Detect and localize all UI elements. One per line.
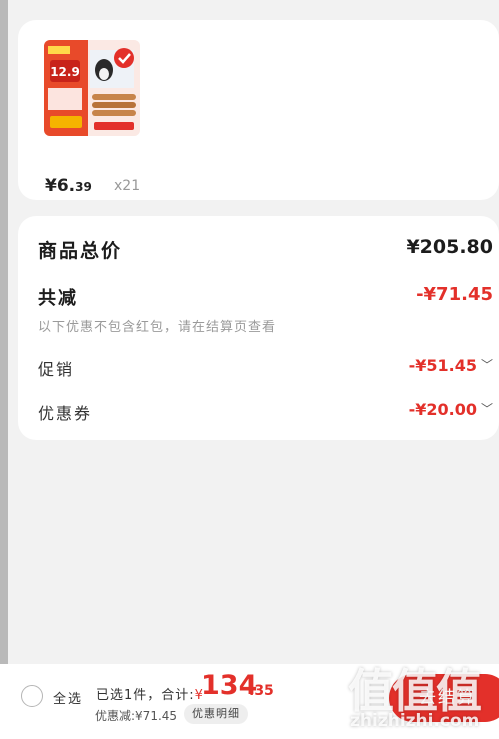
coupon-label: 优惠券: [38, 404, 93, 423]
discount-detail-button[interactable]: 优惠明细: [184, 704, 248, 724]
saved-amount: 优惠减:¥71.45: [95, 709, 178, 723]
discount-value: -¥71.45: [416, 284, 493, 305]
coupon-value: -¥20.00: [408, 400, 477, 419]
total-label: 商品总价: [38, 240, 123, 262]
select-all-label[interactable]: 全选: [53, 688, 83, 707]
promo-label: 促销: [38, 360, 75, 379]
discount-label: 共减: [38, 288, 78, 309]
promo-value-wrap[interactable]: -¥51.45 ﹀: [409, 356, 493, 375]
total-value: ¥205.80: [406, 236, 493, 258]
promo-value: -¥51.45: [408, 356, 477, 375]
product-quantity: x21: [114, 178, 141, 194]
chevron-down-icon[interactable]: ﹀: [481, 356, 493, 373]
checkout-bar: 全选 已选1件，合计:¥ 134 .35 优惠减:¥71.45 优惠明细 去结算: [0, 664, 499, 739]
price-decimal: 39: [75, 180, 92, 194]
thumb-badge: 12.9: [50, 65, 80, 79]
discount-note: 以下优惠不包含红包，请在结算页查看: [38, 320, 277, 335]
selected-count-text: 已选1件，合计:: [96, 688, 195, 703]
coupon-value-wrap[interactable]: -¥20.00 ﹀: [409, 400, 493, 419]
price-summary-card: 商品总价 ¥205.80 共减 -¥71.45 以下优惠不包含红包，请在结算页查…: [18, 216, 499, 440]
price-integer: ¥6.: [45, 176, 76, 196]
checkout-button[interactable]: 去结算: [389, 674, 499, 722]
selected-summary: 已选1件，合计:¥: [96, 684, 204, 703]
chevron-down-icon[interactable]: ﹀: [481, 400, 493, 417]
product-price: ¥6.39: [45, 176, 92, 196]
total-amount-decimal: .35: [249, 683, 274, 699]
product-card[interactable]: 12.9 ¥6.39 x21: [18, 20, 499, 200]
product-thumbnail[interactable]: 12.9: [44, 40, 140, 136]
select-all-checkbox[interactable]: [21, 685, 43, 707]
